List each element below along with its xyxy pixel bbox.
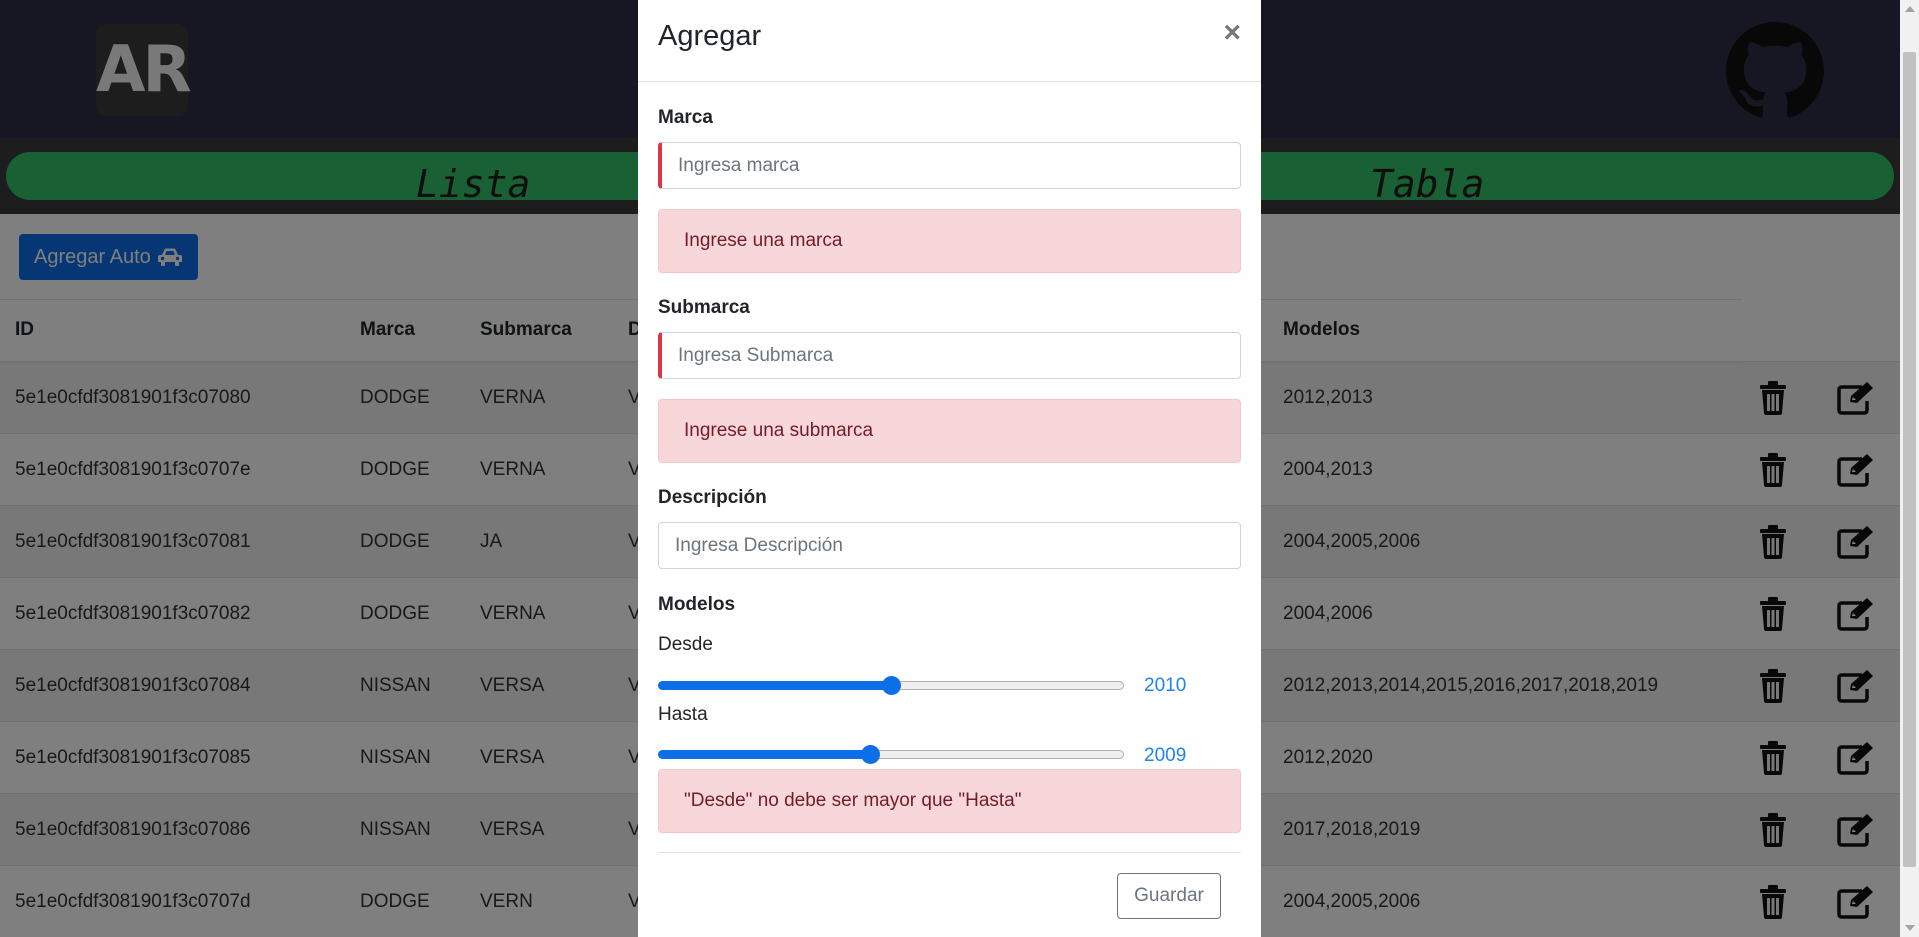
descripcion-input[interactable] [658, 522, 1241, 569]
desde-slider-fill [658, 681, 891, 690]
hasta-slider[interactable] [658, 742, 1124, 766]
modal-footer-divider [658, 852, 1241, 853]
submarca-error-alert: Ingrese una submarca [658, 399, 1241, 463]
close-icon[interactable]: × [1223, 16, 1241, 50]
scroll-down-arrow-icon[interactable] [1905, 925, 1915, 931]
submarca-label: Submarca [658, 297, 750, 318]
hasta-slider-fill [658, 750, 870, 759]
agregar-modal: Agregar × Marca Ingrese una marca Submar… [638, 0, 1261, 937]
scrollbar[interactable] [1900, 0, 1919, 937]
modelos-error-alert: "Desde" no debe ser mayor que "Hasta" [658, 769, 1241, 833]
hasta-value: 2009 [1144, 745, 1187, 766]
guardar-button[interactable]: Guardar [1117, 873, 1221, 919]
descripcion-label: Descripción [658, 487, 767, 508]
hasta-label: Hasta [658, 704, 708, 725]
desde-slider-thumb[interactable] [882, 676, 901, 695]
scroll-thumb[interactable] [1903, 52, 1916, 867]
hasta-slider-thumb[interactable] [861, 745, 880, 764]
submarca-input[interactable] [658, 332, 1241, 379]
modal-title: Agregar [658, 20, 762, 52]
modelos-error-text: "Desde" no debe ser mayor que "Hasta" [684, 790, 1022, 811]
desde-value: 2010 [1144, 675, 1187, 696]
marca-error-alert: Ingrese una marca [658, 209, 1241, 273]
desde-slider[interactable] [658, 673, 1124, 697]
modal-header: Agregar × [638, 0, 1261, 82]
marca-input[interactable] [658, 142, 1241, 189]
marca-error-text: Ingrese una marca [684, 230, 843, 251]
modelos-label: Modelos [658, 594, 736, 615]
submarca-error-text: Ingrese una submarca [684, 420, 874, 441]
marca-label: Marca [658, 107, 713, 128]
desde-label: Desde [658, 634, 713, 655]
scroll-up-arrow-icon[interactable] [1905, 6, 1915, 12]
